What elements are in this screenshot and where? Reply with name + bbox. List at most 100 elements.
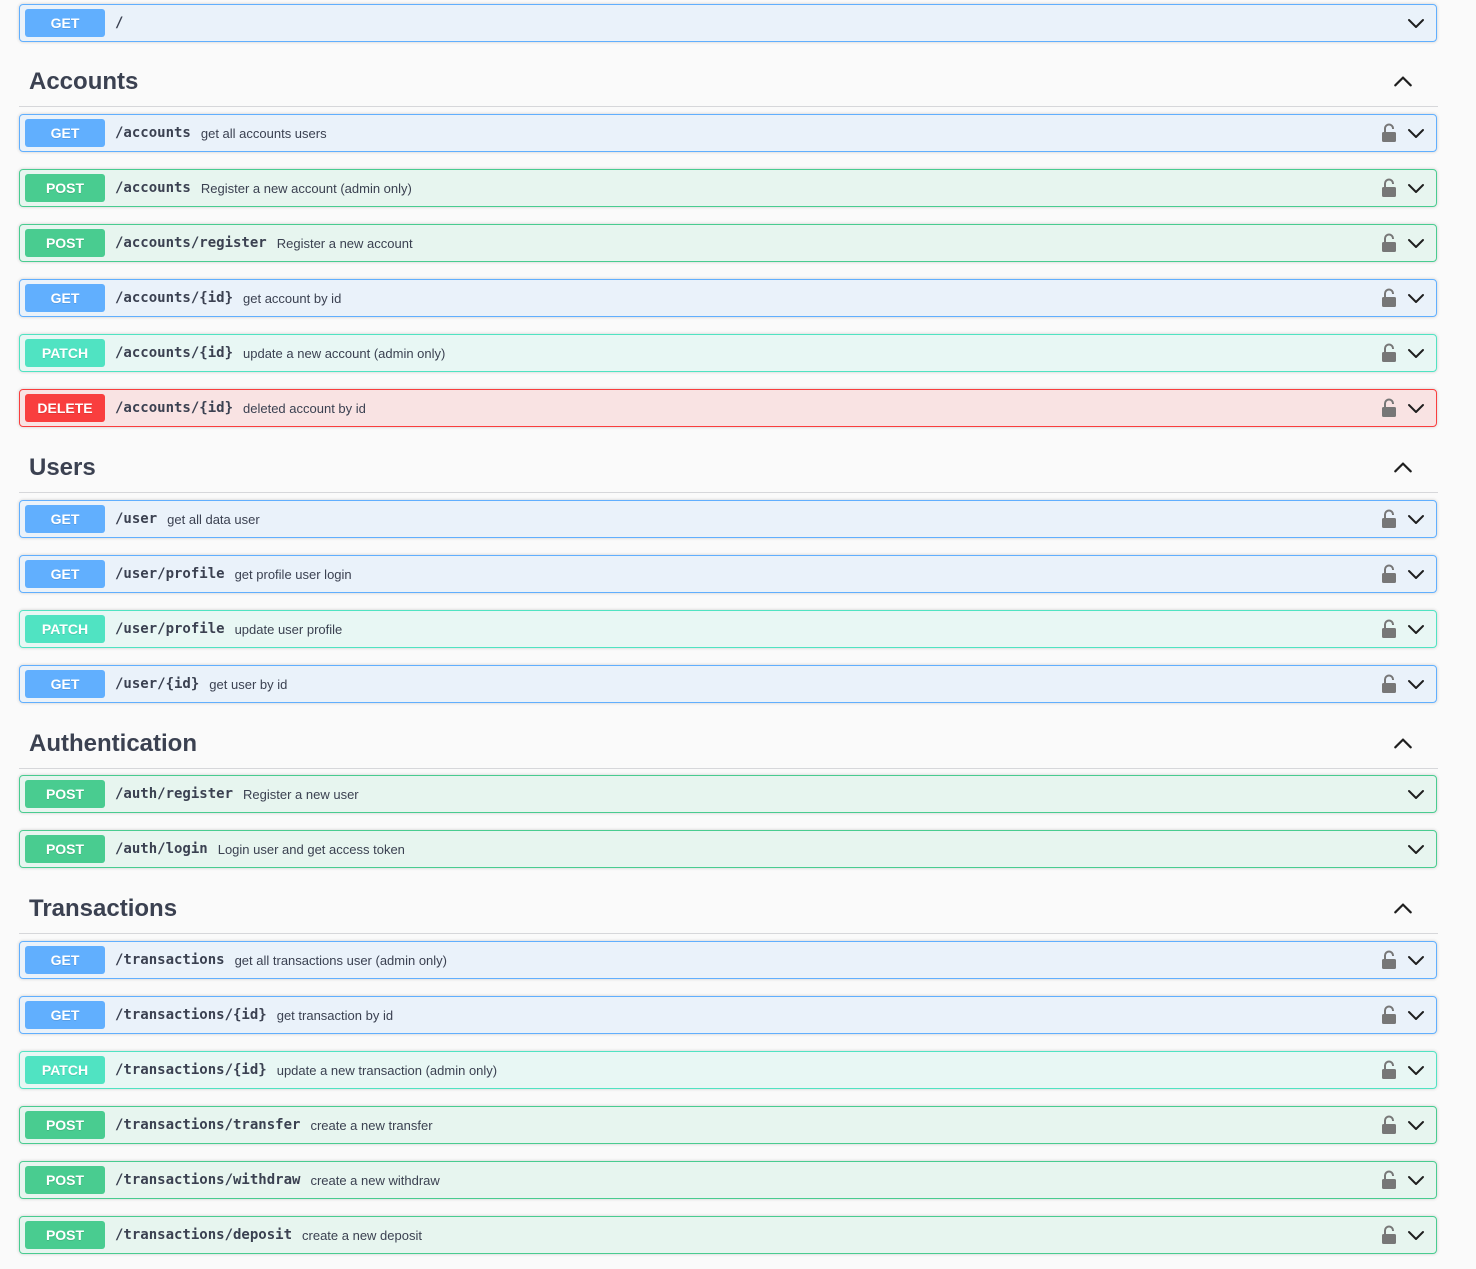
http-method-badge: PATCH bbox=[25, 1056, 105, 1084]
operation-summary: update a new transaction (admin only) bbox=[276, 1062, 498, 1078]
operation-row-get[interactable]: GET/user/profile get profile user login bbox=[19, 555, 1437, 593]
section-title-transactions[interactable]: Transactions bbox=[29, 895, 177, 923]
operation-row-post[interactable]: POST/accounts/register Register a new acc… bbox=[19, 224, 1437, 262]
chevron-down-icon[interactable] bbox=[1406, 398, 1426, 418]
operation-summary: create a new deposit bbox=[302, 1227, 422, 1243]
http-method-badge: GET bbox=[25, 560, 105, 588]
chevron-down-icon[interactable] bbox=[1406, 1170, 1426, 1190]
operation-summary: create a new withdraw bbox=[310, 1172, 440, 1188]
chevron-down-icon[interactable] bbox=[1406, 1115, 1426, 1135]
operation-row-get[interactable]: GET/user get all data user bbox=[19, 500, 1437, 538]
operation-summary: update a new account (admin only) bbox=[243, 345, 446, 361]
chevron-down-icon[interactable] bbox=[1406, 950, 1426, 970]
operation-row-get[interactable]: GET/transactions get all transactions use… bbox=[19, 941, 1437, 979]
chevron-down-icon[interactable] bbox=[1406, 784, 1426, 804]
operation-summary: deleted account by id bbox=[243, 400, 366, 416]
chevron-down-icon[interactable] bbox=[1406, 509, 1426, 529]
operation-path: /accounts bbox=[115, 180, 191, 196]
operation-summary: get transaction by id bbox=[276, 1007, 394, 1023]
section-title-users[interactable]: Users bbox=[29, 454, 96, 482]
unlocked-padlock-icon[interactable] bbox=[1381, 564, 1397, 584]
unlocked-padlock-icon[interactable] bbox=[1381, 1005, 1397, 1025]
http-method-badge: POST bbox=[25, 835, 105, 863]
section-title-accounts[interactable]: Accounts bbox=[29, 68, 138, 96]
chevron-down-icon[interactable] bbox=[1406, 1005, 1426, 1025]
unlocked-padlock-icon[interactable] bbox=[1381, 1060, 1397, 1080]
http-method-badge: GET bbox=[25, 9, 105, 37]
operation-row-get[interactable]: GET / bbox=[19, 4, 1437, 42]
operation-summary: create a new transfer bbox=[310, 1117, 433, 1133]
operation-row-post[interactable]: POST/transactions/transfer create a new t… bbox=[19, 1106, 1437, 1144]
operation-path: /accounts/{id} bbox=[115, 290, 234, 306]
http-method-badge: PATCH bbox=[25, 339, 105, 367]
chevron-down-icon[interactable] bbox=[1406, 13, 1426, 33]
unlocked-padlock-icon[interactable] bbox=[1381, 1225, 1397, 1245]
unlocked-padlock-icon[interactable] bbox=[1381, 509, 1397, 529]
operation-row-get[interactable]: GET/transactions/{id} get transaction by … bbox=[19, 996, 1437, 1034]
chevron-down-icon[interactable] bbox=[1406, 619, 1426, 639]
chevron-up-icon[interactable] bbox=[1392, 898, 1414, 920]
chevron-down-icon[interactable] bbox=[1406, 233, 1426, 253]
operation-path: /user/{id} bbox=[115, 676, 200, 692]
chevron-up-icon[interactable] bbox=[1392, 71, 1414, 93]
chevron-up-icon[interactable] bbox=[1392, 733, 1414, 755]
section-divider bbox=[19, 933, 1438, 934]
http-method-badge: GET bbox=[25, 119, 105, 147]
operation-row-patch[interactable]: PATCH/transactions/{id} update a new tran… bbox=[19, 1051, 1437, 1089]
operation-path: /transactions/deposit bbox=[115, 1227, 293, 1243]
chevron-up-icon[interactable] bbox=[1392, 457, 1414, 479]
operation-row-get[interactable]: GET/accounts get all accounts users bbox=[19, 114, 1437, 152]
chevron-down-icon[interactable] bbox=[1406, 839, 1426, 859]
operation-summary: get account by id bbox=[243, 290, 342, 306]
operation-summary: Register a new user bbox=[243, 786, 359, 802]
operation-summary: get profile user login bbox=[234, 566, 352, 582]
unlocked-padlock-icon[interactable] bbox=[1381, 1115, 1397, 1135]
chevron-down-icon[interactable] bbox=[1406, 178, 1426, 198]
section-divider bbox=[19, 768, 1438, 769]
unlocked-padlock-icon[interactable] bbox=[1381, 288, 1397, 308]
chevron-down-icon[interactable] bbox=[1406, 1060, 1426, 1080]
chevron-down-icon[interactable] bbox=[1406, 123, 1426, 143]
operation-path: /transactions/withdraw bbox=[115, 1172, 301, 1188]
section-title-authentication[interactable]: Authentication bbox=[29, 730, 197, 758]
operation-path: /user/profile bbox=[115, 621, 225, 637]
http-method-badge: PATCH bbox=[25, 615, 105, 643]
unlocked-padlock-icon[interactable] bbox=[1381, 233, 1397, 253]
operation-row-get[interactable]: GET/accounts/{id} get account by id bbox=[19, 279, 1437, 317]
operation-summary: get all accounts users bbox=[200, 125, 327, 141]
chevron-down-icon[interactable] bbox=[1406, 674, 1426, 694]
operation-row-post[interactable]: POST/transactions/deposit create a new de… bbox=[19, 1216, 1437, 1254]
operation-row-post[interactable]: POST/transactions/withdraw create a new w… bbox=[19, 1161, 1437, 1199]
chevron-down-icon[interactable] bbox=[1406, 343, 1426, 363]
operation-summary: Login user and get access token bbox=[217, 841, 405, 857]
chevron-down-icon[interactable] bbox=[1406, 1225, 1426, 1245]
http-method-badge: GET bbox=[25, 1001, 105, 1029]
operation-row-delete[interactable]: DELETE/accounts/{id} deleted account by i… bbox=[19, 389, 1437, 427]
operation-path: /accounts/{id} bbox=[115, 345, 234, 361]
unlocked-padlock-icon[interactable] bbox=[1381, 1170, 1397, 1190]
chevron-down-icon[interactable] bbox=[1406, 288, 1426, 308]
operation-row-get[interactable]: GET/user/{id} get user by id bbox=[19, 665, 1437, 703]
operation-row-post[interactable]: POST/auth/register Register a new user bbox=[19, 775, 1437, 813]
http-method-badge: POST bbox=[25, 174, 105, 202]
unlocked-padlock-icon[interactable] bbox=[1381, 619, 1397, 639]
operation-path: /transactions/{id} bbox=[115, 1007, 267, 1023]
unlocked-padlock-icon[interactable] bbox=[1381, 123, 1397, 143]
operation-row-post[interactable]: POST/auth/login Login user and get access… bbox=[19, 830, 1437, 868]
unlocked-padlock-icon[interactable] bbox=[1381, 178, 1397, 198]
unlocked-padlock-icon[interactable] bbox=[1381, 950, 1397, 970]
operation-row-patch[interactable]: PATCH/user/profile update user profile bbox=[19, 610, 1437, 648]
http-method-badge: GET bbox=[25, 946, 105, 974]
operation-row-patch[interactable]: PATCH/accounts/{id} update a new account … bbox=[19, 334, 1437, 372]
operation-path: /auth/register bbox=[115, 786, 234, 802]
operation-path: /auth/login bbox=[115, 841, 208, 857]
operation-path: /user bbox=[115, 511, 158, 527]
chevron-down-icon[interactable] bbox=[1406, 564, 1426, 584]
unlocked-padlock-icon[interactable] bbox=[1381, 674, 1397, 694]
section-divider bbox=[19, 106, 1438, 107]
operation-row-post[interactable]: POST/accounts Register a new account (adm… bbox=[19, 169, 1437, 207]
unlocked-padlock-icon[interactable] bbox=[1381, 343, 1397, 363]
unlocked-padlock-icon[interactable] bbox=[1381, 398, 1397, 418]
operation-path: /transactions bbox=[115, 952, 225, 968]
http-method-badge: POST bbox=[25, 229, 105, 257]
